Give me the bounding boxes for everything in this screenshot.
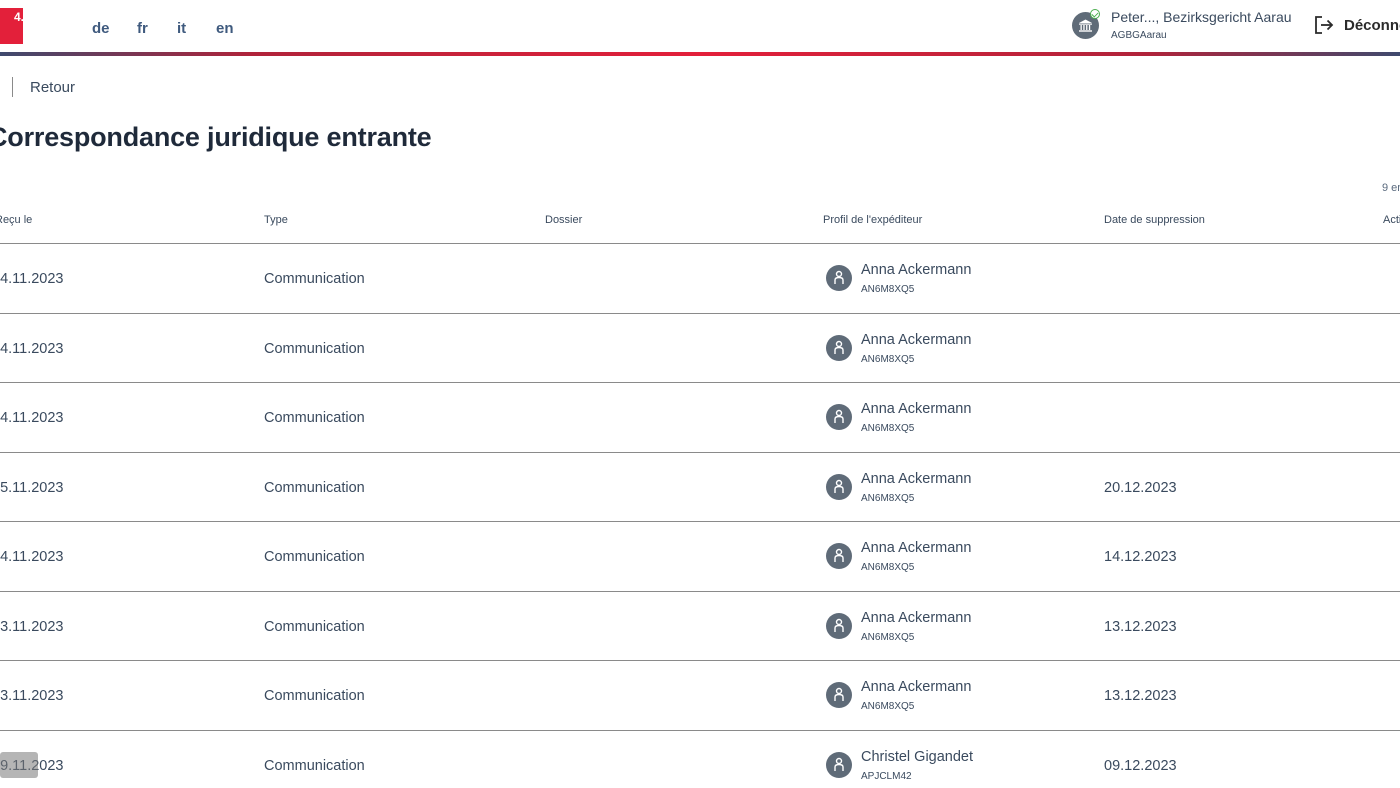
person-icon [826,404,852,430]
received-date: 24.11.2023 [0,410,64,426]
sender-name: Anna Ackermann [861,540,972,556]
column-header-actions: Actions [1383,214,1400,226]
verified-check-icon [1090,9,1100,19]
person-icon [826,473,852,500]
back-divider [12,77,13,97]
table-row[interactable]: 14.11.2023 Communication Anna Ackermann … [0,522,1400,592]
sender-id: APJCLM42 [861,770,912,782]
table-row[interactable]: 15.11.2023 Communication Anna Ackermann … [0,453,1400,522]
lang-it-link[interactable]: it [177,20,186,37]
app-header: 4.0 de fr it en Peter..., Bezirksgericht… [0,0,1400,52]
row-actions-icon[interactable]: ⋮ [1396,616,1400,633]
sender-id: AN6M8XQ5 [861,284,915,295]
column-header-sender[interactable]: Profil de l'expéditeur [823,214,922,226]
row-actions-icon[interactable]: ⋮ [1396,477,1400,494]
row-actions-icon[interactable]: ⋮ [1396,407,1400,424]
received-date: 24.11.2023 [0,340,64,357]
user-org: AGBGAarau [1111,30,1167,41]
person-icon [826,334,852,361]
sender-name: Anna Ackermann [861,262,972,278]
sender-name: Anna Ackermann [861,609,972,626]
received-date: 14.11.2023 [0,549,64,565]
type-cell: Communication [264,549,365,565]
header-accent-bar [0,52,1400,56]
row-actions-icon[interactable]: ⋮ [1396,546,1400,563]
logout-button[interactable]: Déconnexion [1344,17,1400,34]
type-cell: Communication [264,410,365,426]
deletion-date: 14.12.2023 [1104,549,1177,565]
sender-id: AN6M8XQ5 [861,631,915,643]
person-icon [826,543,852,569]
received-date: 13.11.2023 [0,688,64,704]
sender-id: AN6M8XQ5 [861,701,915,712]
deletion-date: 20.12.2023 [1104,479,1177,496]
page-title: Correspondance juridique entrante [0,122,432,152]
row-actions-icon[interactable]: ⋮ [1396,685,1400,702]
person-icon [826,682,852,708]
column-header-type[interactable]: Type [264,214,288,226]
table-row[interactable]: 13.11.2023 Communication Anna Ackermann … [0,661,1400,731]
table-row[interactable]: 09.11.2023 Communication Christel Gigand… [0,731,1400,788]
type-cell: Communication [264,757,365,774]
lang-de-link[interactable]: de [92,20,110,37]
lang-fr-link[interactable]: fr [137,20,148,37]
sender-name: Anna Ackermann [861,470,972,487]
lang-en-link[interactable]: en [216,20,234,37]
sender-id: AN6M8XQ5 [861,492,915,504]
scroll-indicator [0,752,38,778]
sender-id: AN6M8XQ5 [861,423,915,434]
table-row[interactable]: 24.11.2023 Communication Anna Ackermann … [0,244,1400,314]
person-icon [826,265,852,291]
sender-name: Anna Ackermann [861,401,972,417]
back-link[interactable]: Retour [30,79,75,96]
type-cell: Communication [264,479,365,496]
column-header-deletion[interactable]: Date de suppression [1104,214,1205,226]
person-icon [826,612,852,639]
table-row[interactable]: 24.11.2023 Communication Anna Ackermann … [0,383,1400,453]
user-name[interactable]: Peter..., Bezirksgericht Aarau [1111,9,1292,25]
entry-count: 9 entrées [1382,182,1400,194]
type-cell: Communication [264,340,365,357]
column-header-dossier[interactable]: Dossier [545,214,582,226]
row-actions-icon[interactable]: ⋮ [1396,268,1400,285]
row-actions-icon[interactable]: ⋮ [1396,755,1400,772]
sender-name: Christel Gigandet [861,748,974,765]
logo-text: 4.0 [14,10,26,24]
row-actions-icon[interactable]: ⋮ [1396,338,1400,355]
received-date: 13.11.2023 [0,618,64,635]
sender-name: Anna Ackermann [861,679,972,695]
deletion-date: 09.12.2023 [1104,757,1177,774]
person-icon [826,751,852,778]
sender-id: AN6M8XQ5 [861,353,915,365]
received-date: 24.11.2023 [0,271,64,287]
sender-id: AN6M8XQ5 [861,562,915,573]
deletion-date: 13.12.2023 [1104,618,1177,635]
received-date: 15.11.2023 [0,479,64,496]
logout-icon[interactable] [1313,14,1335,36]
column-header-received[interactable]: Reçu le [0,214,32,226]
deletion-date: 13.12.2023 [1104,688,1177,704]
type-cell: Communication [264,618,365,635]
table-row[interactable]: 13.11.2023 Communication Anna Ackermann … [0,592,1400,661]
type-cell: Communication [264,271,365,287]
table-row[interactable]: 24.11.2023 Communication Anna Ackermann … [0,314,1400,383]
sender-name: Anna Ackermann [861,331,972,348]
type-cell: Communication [264,688,365,704]
